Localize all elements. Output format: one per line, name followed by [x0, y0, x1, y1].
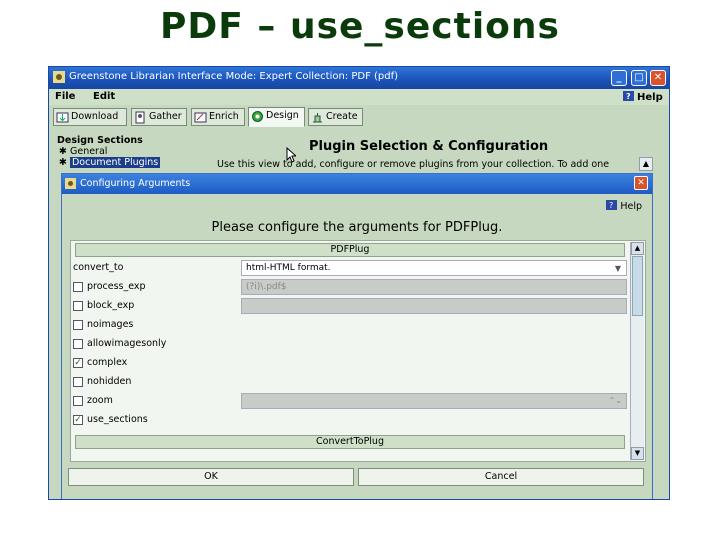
plugin-panel-heading: Plugin Selection & Configuration [309, 139, 549, 154]
svg-text:?: ? [626, 92, 631, 101]
tab-create-label: Create [326, 111, 358, 122]
arg-row-zoom: zoom ⌃⌄ [71, 392, 627, 410]
arg-row-complex: ✓ complex [71, 354, 627, 372]
complex-checkbox[interactable]: ✓ [73, 358, 83, 368]
scroll-up-arrow[interactable]: ▲ [631, 242, 644, 255]
arg-label: noimages [87, 319, 134, 330]
arg-label: complex [87, 357, 128, 368]
dialog-heading: Please configure the arguments for PDFPl… [211, 220, 503, 235]
bullet-icon: ✱ [59, 157, 70, 168]
tab-create[interactable]: Create [308, 108, 363, 126]
menu-edit[interactable]: Edit [93, 91, 115, 102]
gather-icon [135, 111, 145, 124]
scrollbar-thumb[interactable] [632, 256, 643, 316]
block-exp-checkbox[interactable] [73, 301, 83, 311]
app-window: Greenstone Librarian Interface Mode: Exp… [48, 66, 670, 500]
scroll-up-arrow[interactable]: ▲ [639, 157, 653, 171]
cancel-button[interactable]: Cancel [358, 468, 644, 486]
greenstone-app-icon [53, 71, 65, 83]
minimize-button[interactable]: _ [611, 70, 627, 86]
help-book-icon: ? [606, 200, 618, 210]
configuring-arguments-dialog: Configuring Arguments ✕ ? Help Please con… [61, 173, 653, 499]
help-book-icon: ? [623, 91, 634, 101]
convert-to-value: html-HTML format. [246, 263, 331, 273]
enrich-icon [194, 112, 207, 123]
svg-text:?: ? [609, 201, 613, 210]
zoom-spinner[interactable]: ⌃⌄ [241, 393, 627, 409]
sections-item-general[interactable]: ✱ General [57, 146, 209, 157]
mouse-cursor-icon [286, 147, 296, 163]
block-exp-field[interactable] [241, 298, 627, 314]
arg-row-convert-to: convert_to html-HTML format. ▼ [71, 259, 627, 277]
plugin-name-bar: PDFPlug [75, 243, 625, 257]
spinner-arrows-icon[interactable]: ⌃⌄ [609, 394, 622, 408]
chevron-down-icon: ▼ [614, 264, 622, 273]
arg-label: zoom [87, 395, 113, 406]
download-icon [56, 112, 69, 123]
sections-item-document-plugins[interactable]: ✱ Document Plugins [57, 157, 209, 168]
dialog-app-icon [65, 178, 76, 189]
dialog-close-button[interactable]: ✕ [634, 176, 648, 190]
arg-row-process-exp: process_exp (?i)\.pdf$ [71, 278, 627, 296]
menu-bar: File Edit ? Help [49, 89, 669, 105]
tab-gather[interactable]: Gather [131, 108, 187, 126]
close-button[interactable]: ✕ [650, 70, 666, 86]
nohidden-checkbox[interactable] [73, 377, 83, 387]
zoom-checkbox[interactable] [73, 396, 83, 406]
arg-row-noimages: noimages [71, 316, 627, 334]
tab-gather-label: Gather [149, 111, 182, 122]
design-icon [252, 111, 263, 122]
arg-row-nohidden: nohidden [71, 373, 627, 391]
menu-help-label: Help [637, 92, 663, 103]
dialog-help-label: Help [620, 201, 642, 212]
maximize-button[interactable]: □ [631, 70, 647, 86]
tab-enrich-label: Enrich [209, 111, 239, 122]
tab-download-label: Download [71, 111, 119, 122]
dialog-titlebar[interactable]: Configuring Arguments ✕ [62, 174, 652, 194]
menu-file[interactable]: File [55, 91, 75, 102]
menu-help[interactable]: ? Help [623, 91, 663, 103]
tab-design-label: Design [266, 110, 299, 121]
arg-label: nohidden [87, 376, 132, 387]
next-plugin-bar: ConvertToPlug [75, 435, 625, 449]
plugin-panel-description: Use this view to add, configure or remov… [217, 159, 610, 170]
arguments-scrollbar[interactable]: ▲ ▼ [630, 242, 644, 460]
convert-to-select[interactable]: html-HTML format. ▼ [241, 260, 627, 276]
dialog-help-button[interactable]: ? Help [606, 200, 642, 212]
ok-button[interactable]: OK [68, 468, 354, 486]
arg-label: process_exp [87, 281, 146, 292]
slide-title: PDF – use_sections [160, 6, 560, 47]
tab-design[interactable]: Design [248, 107, 305, 127]
arg-row-block-exp: block_exp [71, 297, 627, 315]
bullet-icon: ✱ [59, 146, 70, 157]
window-titlebar[interactable]: Greenstone Librarian Interface Mode: Exp… [49, 67, 669, 89]
use-sections-checkbox[interactable]: ✓ [73, 415, 83, 425]
process-exp-field[interactable]: (?i)\.pdf$ [241, 279, 627, 295]
workflow-tabs: Download Gather Enrich Design Create [49, 107, 669, 127]
arguments-panel: PDFPlug convert_to html-HTML format. ▼ p… [70, 240, 646, 462]
tab-download[interactable]: Download [53, 108, 127, 126]
scroll-down-arrow[interactable]: ▼ [631, 447, 644, 460]
arg-label: block_exp [87, 300, 135, 311]
design-sections-heading: Design Sections [57, 135, 143, 146]
arg-row-use-sections: ✓ use_sections [71, 411, 627, 429]
window-title: Greenstone Librarian Interface Mode: Exp… [69, 71, 399, 82]
arg-label: convert_to [73, 262, 124, 273]
allowimagesonly-checkbox[interactable] [73, 339, 83, 349]
arg-row-allowimagesonly: allowimagesonly [71, 335, 627, 353]
noimages-checkbox[interactable] [73, 320, 83, 330]
dialog-title: Configuring Arguments [80, 178, 191, 189]
process-exp-checkbox[interactable] [73, 282, 83, 292]
create-icon [313, 113, 322, 123]
tab-enrich[interactable]: Enrich [191, 108, 245, 126]
arg-label: use_sections [87, 414, 148, 425]
arg-label: allowimagesonly [87, 338, 167, 349]
